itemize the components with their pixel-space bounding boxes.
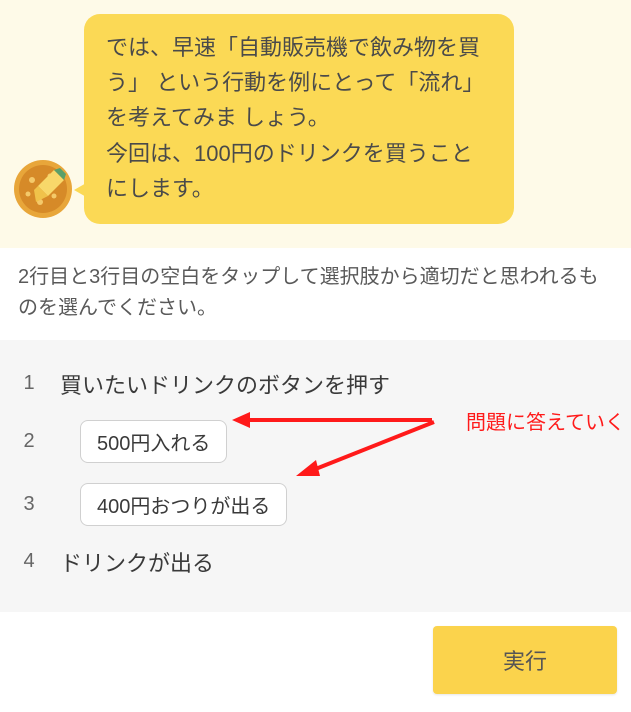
speech-text-2: 今回は、100円のドリンクを買うことにします。 [106, 136, 492, 206]
step-row-3: 3 400円おつりが出る [12, 473, 619, 536]
speech-bubble: では、早速「自動販売機で飲み物を買う」 という行動を例にとって「流れ」を考えてみ… [84, 14, 514, 224]
speech-area: では、早速「自動販売機で飲み物を買う」 という行動を例にとって「流れ」を考えてみ… [0, 0, 631, 248]
execute-button[interactable]: 実行 [433, 626, 617, 694]
exec-bar: 実行 [0, 612, 631, 712]
step-number: 4 [18, 550, 40, 573]
step-row-1: 1 買いたいドリンクのボタンを押す [12, 358, 619, 410]
choice-box-2[interactable]: 500円入れる [80, 420, 227, 463]
step-number: 1 [18, 372, 40, 395]
step-row-4: 4 ドリンクが出る [12, 536, 619, 588]
instruction-text: 2行目と3行目の空白をタップして選択肢から適切だと思われるものを選んでください。 [0, 248, 631, 340]
speech-text-1: では、早速「自動販売機で飲み物を買う」 という行動を例にとって「流れ」を考えてみ… [106, 30, 492, 136]
step-number: 3 [18, 493, 40, 516]
choice-box-3[interactable]: 400円おつりが出る [80, 483, 287, 526]
step-text: 買いたいドリンクのボタンを押す [60, 368, 390, 400]
step-number: 2 [18, 430, 40, 453]
avatar-icon [14, 160, 72, 218]
step-text: ドリンクが出る [60, 546, 214, 578]
annotation-label: 問題に答えていく [466, 406, 625, 435]
task-panel: 1 買いたいドリンクのボタンを押す 2 500円入れる 3 400円おつりが出る… [0, 340, 631, 612]
